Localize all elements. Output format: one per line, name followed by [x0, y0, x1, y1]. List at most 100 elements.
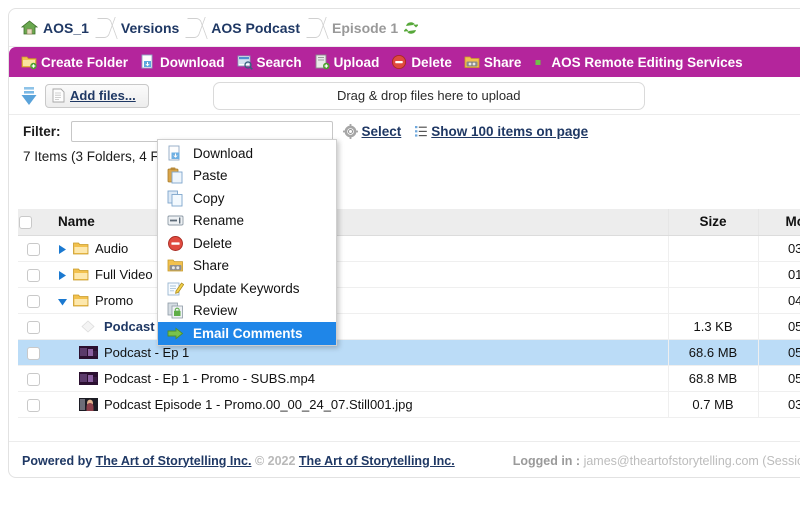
select-link[interactable]: Select	[362, 124, 402, 139]
context-menu-label: Email Comments	[193, 325, 303, 341]
share-icon	[464, 54, 480, 70]
row-checkbox-cell[interactable]	[18, 339, 48, 366]
row-name-cell[interactable]: Podcast Episode 1 - Promo.00_00_24_07.St…	[48, 391, 668, 418]
row-checkbox[interactable]	[26, 346, 40, 360]
column-header-modified[interactable]: Modified	[757, 209, 800, 236]
row-checkbox-cell[interactable]	[18, 261, 48, 288]
show-items-link[interactable]: Show 100 items on page	[431, 124, 588, 139]
action-label: Share	[483, 54, 522, 70]
row-checkbox[interactable]	[26, 268, 40, 282]
chevron-down-icon[interactable]	[57, 295, 68, 306]
company-link-1[interactable]: The Art of Storytelling Inc.	[96, 454, 252, 468]
company-link-2[interactable]: The Art of Storytelling Inc.	[299, 454, 455, 468]
row-checkbox[interactable]	[26, 242, 40, 256]
row-checkbox-cell[interactable]	[18, 391, 48, 418]
row-name-cell[interactable]: Promo	[48, 287, 668, 314]
context-menu-label: Delete	[193, 235, 233, 251]
chevron-right-icon[interactable]	[57, 269, 68, 280]
table-row[interactable]: Promo 04/21/22	[18, 287, 800, 314]
context-menu-item-paste[interactable]: Paste	[158, 165, 336, 188]
action-label: Search	[256, 54, 302, 70]
refresh-icon[interactable]	[403, 21, 420, 35]
context-menu-item-share[interactable]: Share	[158, 255, 336, 278]
context-menu-item-rename[interactable]: Rename	[158, 210, 336, 233]
powered-by-label: Powered by	[22, 453, 93, 468]
select-all-checkbox[interactable]	[19, 216, 32, 230]
breadcrumb-item-versions[interactable]: Versions	[115, 15, 191, 41]
email-arrow-icon	[167, 325, 184, 342]
breadcrumb-label: AOS Podcast	[211, 19, 300, 36]
breadcrumb-separator	[101, 15, 115, 41]
create-folder-button[interactable]: Create Folder	[21, 54, 134, 70]
table-row[interactable]: Podcast Episode 1 - Promo.00_00_24_07.St…	[18, 391, 800, 418]
context-menu-item-review[interactable]: Review	[158, 300, 336, 323]
gear-icon[interactable]	[342, 123, 358, 139]
folder-icon	[73, 242, 89, 255]
row-modified: 05/04/21	[757, 313, 800, 340]
context-menu-item-copy[interactable]: Copy	[158, 187, 336, 210]
breadcrumb-item-aos1[interactable]: AOS_1	[19, 15, 101, 41]
row-checkbox[interactable]	[26, 372, 40, 386]
table-row[interactable]: Full Video 01/07/22	[18, 261, 800, 288]
chevron-right-icon[interactable]	[57, 243, 68, 254]
dropzone-label: Drag & drop files here to upload	[336, 88, 521, 103]
search-button[interactable]: Search	[237, 54, 308, 70]
row-name-cell[interactable]: Podcast - Ep 1 - Promo - SUBS.mp4	[48, 365, 668, 392]
column-header-name[interactable]: Name	[48, 209, 668, 236]
table-row[interactable]: Audio 03/26/21	[18, 235, 800, 262]
table-body: Audio 03/26/21 Full Vid	[18, 235, 800, 418]
home-icon	[20, 20, 39, 35]
context-menu-item-download[interactable]: Download	[158, 142, 336, 165]
action-toolbar: Create Folder Download Search Upload Del…	[9, 47, 800, 77]
row-name-cell[interactable]: Podcast - Ep 1	[48, 339, 668, 366]
row-checkbox-cell[interactable]	[18, 313, 48, 340]
action-label: Upload	[333, 54, 380, 70]
share-button[interactable]: Share	[464, 54, 528, 70]
copy-icon	[167, 190, 184, 207]
keywords-icon	[167, 280, 185, 297]
column-header-size[interactable]: Size	[667, 209, 758, 236]
select-all-header[interactable]	[18, 209, 48, 236]
item-count: 7 Items (3 Folders, 4 Fi	[23, 149, 162, 164]
table-row[interactable]: Podcast - Ep 1 1.3 KB 05/04/21	[18, 313, 800, 340]
app-window: AOS_1 Versions AOS Podcast Episode 1 Cre…	[0, 0, 800, 516]
context-menu-label: Update Keywords	[193, 280, 300, 296]
breadcrumb-item-episode-1[interactable]: Episode 1	[326, 15, 430, 41]
context-menu-item-delete[interactable]: Delete	[158, 232, 336, 255]
row-checkbox[interactable]	[26, 320, 40, 334]
table-row[interactable]: Podcast - Ep 1 - Promo - SUBS.mp4 68.8 M…	[18, 365, 800, 392]
breadcrumb-item-aos-podcast[interactable]: AOS Podcast	[205, 15, 312, 41]
row-name: Podcast Episode 1 - Promo.00_00_24_07.St…	[104, 396, 413, 412]
row-name: Promo	[95, 292, 134, 308]
row-checkbox-cell[interactable]	[18, 235, 48, 262]
row-name-cell[interactable]: Audio	[48, 235, 668, 262]
logged-in-label: Logged in :	[512, 453, 581, 468]
row-checkbox-cell[interactable]	[18, 365, 48, 392]
dropzone[interactable]: Drag & drop files here to upload	[212, 81, 645, 110]
table-row[interactable]: Podcast - Ep 1 68.6 MB 05/04/21	[18, 339, 800, 366]
row-checkbox-cell[interactable]	[18, 287, 48, 314]
row-modified: 05/04/21	[757, 365, 800, 392]
context-menu-item-email-comments[interactable]: Email Comments	[158, 322, 336, 345]
file-table: Name Size Modified Audio	[18, 209, 800, 418]
row-modified: 04/21/22	[757, 287, 800, 314]
row-size: 1.3 KB	[667, 313, 758, 340]
upload-button[interactable]: Upload	[314, 54, 386, 70]
row-modified: 03/26/21	[757, 235, 800, 262]
row-size	[667, 287, 758, 314]
row-checkbox[interactable]	[26, 294, 40, 308]
action-label: AOS Remote Editing Services	[551, 54, 743, 70]
folder-icon	[73, 294, 89, 307]
breadcrumb: AOS_1 Versions AOS Podcast Episode 1	[9, 9, 800, 47]
row-name-cell[interactable]: Podcast - Ep 1	[48, 313, 668, 340]
delete-button[interactable]: Delete	[391, 54, 458, 70]
context-menu-label: Rename	[193, 213, 245, 229]
row-name-cell[interactable]: Full Video	[48, 261, 668, 288]
context-menu[interactable]: Download Paste Copy Rename Delete Share …	[157, 139, 337, 346]
download-button[interactable]: Download	[140, 54, 231, 70]
add-files-button[interactable]: Add files...	[45, 83, 149, 108]
paste-icon	[167, 167, 184, 184]
row-checkbox[interactable]	[26, 398, 40, 412]
context-menu-item-update-keywords[interactable]: Update Keywords	[158, 277, 336, 300]
aos-remote-editing-services-button[interactable]: AOS Remote Editing Services	[533, 54, 748, 70]
